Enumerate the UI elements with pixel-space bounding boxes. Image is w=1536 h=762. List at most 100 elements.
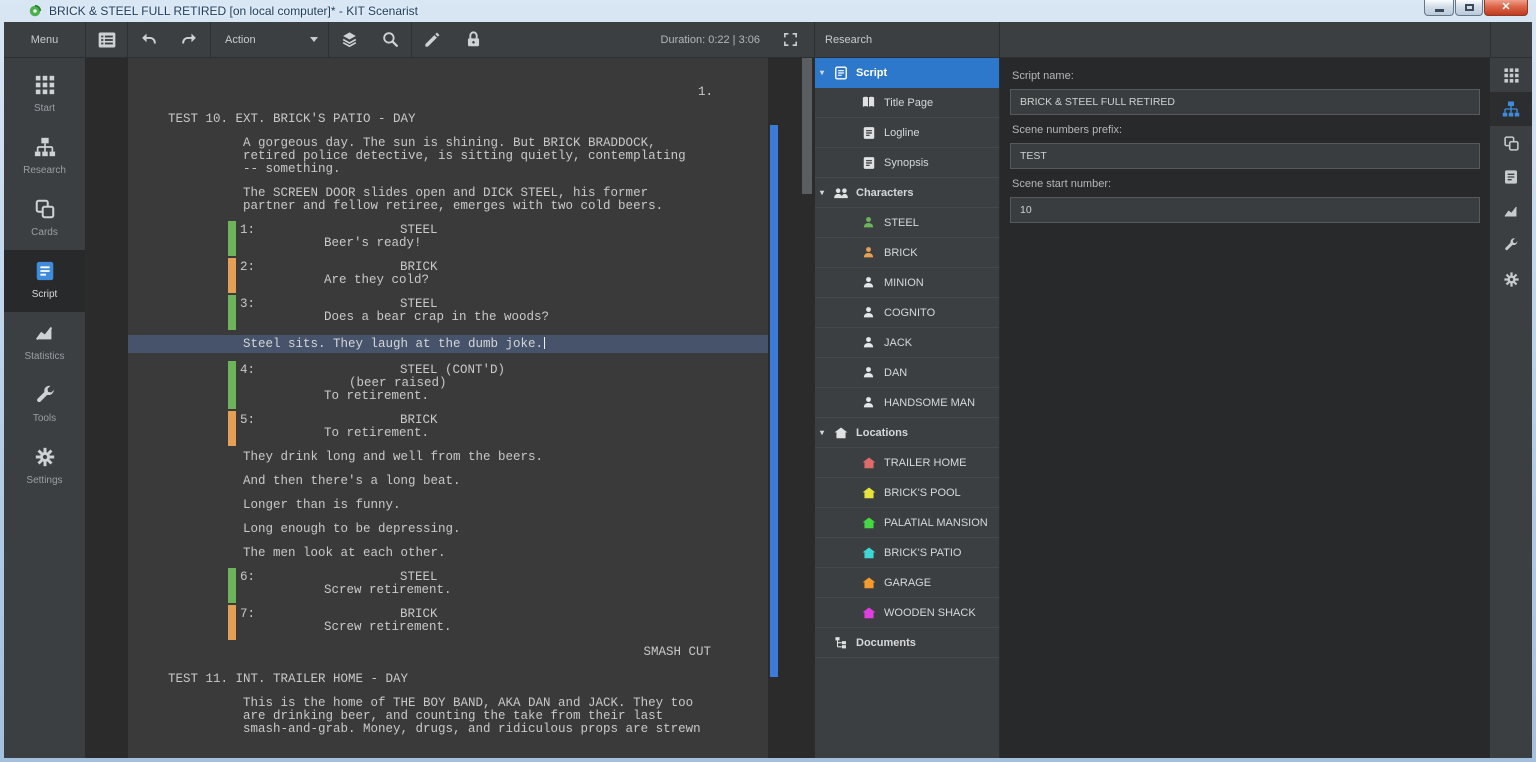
right-strip-item[interactable] <box>1490 126 1532 160</box>
paragraph-type-dropdown[interactable]: Action <box>211 22 328 57</box>
search-button[interactable] <box>370 22 411 57</box>
expander-icon[interactable]: ▾ <box>820 428 833 437</box>
hierarchy-icon <box>1502 100 1520 118</box>
wrench-icon <box>1503 237 1519 253</box>
duration-label: Duration: 0:22 | 3:06 <box>661 22 760 57</box>
tree-item[interactable]: ▾ JACK <box>815 328 999 358</box>
block-lines: They drink long and well from the beers. <box>243 451 768 464</box>
field-input[interactable]: TEST <box>1010 143 1480 169</box>
dialogue-marker <box>228 605 236 640</box>
script-block[interactable]: Longer than is funny. <box>128 499 768 512</box>
tree-item[interactable]: ▾ Documents <box>815 628 999 658</box>
script-block[interactable]: 5: BRICK To retirement. <box>128 414 768 440</box>
script-block[interactable]: A gorgeous day. The sun is shining. But … <box>128 137 768 176</box>
scene-list-button[interactable] <box>86 22 127 57</box>
tree-item-label: WOODEN SHACK <box>884 607 976 619</box>
right-strip-item[interactable] <box>1490 160 1532 194</box>
dialogue-marker <box>228 221 236 256</box>
script-block[interactable]: 4: STEEL (CONT'D) (beer raised) To retir… <box>128 364 768 403</box>
right-strip-item[interactable] <box>1490 262 1532 296</box>
undo-button[interactable] <box>128 22 169 57</box>
tree-item[interactable]: ▾ PALATIAL MANSION <box>815 508 999 538</box>
minimize-button[interactable] <box>1424 0 1454 16</box>
tree-item-icon <box>833 635 848 650</box>
field-input[interactable]: 10 <box>1010 197 1480 223</box>
block-lines: This is the home of THE BOY BAND, AKA DA… <box>243 697 768 736</box>
tree-item[interactable]: ▾ Synopsis <box>815 148 999 178</box>
tree-item[interactable]: ▾ BRICK'S POOL <box>815 478 999 508</box>
script-block[interactable]: The men look at each other. <box>128 547 768 560</box>
maximize-button[interactable] <box>1455 0 1483 16</box>
sidebar-item[interactable]: Tools <box>4 374 85 436</box>
script-block[interactable]: 6: STEEL Screw retirement. <box>128 571 768 597</box>
tree-item[interactable]: ▾ Script <box>815 58 999 88</box>
tree-item[interactable]: ▾ STEEL <box>815 208 999 238</box>
editor-page[interactable]: 1. TEST 10. EXT. BRICK'S PATIO - DAY <box>128 58 768 758</box>
script-block[interactable]: Long enough to be depressing. <box>128 523 768 536</box>
field-input[interactable]: BRICK & STEEL FULL RETIRED <box>1010 89 1480 115</box>
script-block[interactable]: Steel sits. They laugh at the dumb joke. <box>128 335 768 353</box>
right-strip-item[interactable] <box>1490 58 1532 92</box>
field-label: Scene start number: <box>1012 178 1480 190</box>
tree-item[interactable]: ▾ WOODEN SHACK <box>815 598 999 628</box>
sidebar-item[interactable]: Start <box>4 64 85 126</box>
script-block[interactable]: The SCREEN DOOR slides open and DICK STE… <box>128 187 768 213</box>
tree-item[interactable]: ▾ BRICK <box>815 238 999 268</box>
script-block[interactable]: SMASH CUT <box>128 645 768 659</box>
redo-icon <box>180 30 199 49</box>
right-strip-item[interactable] <box>1490 194 1532 228</box>
dialogue-number: 4: <box>240 364 255 377</box>
expander-icon[interactable]: ▾ <box>820 188 833 197</box>
lock-button[interactable] <box>453 22 494 57</box>
expander-icon[interactable]: ▾ <box>820 68 833 77</box>
pencil-icon <box>423 30 442 49</box>
tree-item[interactable]: ▾ HANDSOME MAN <box>815 388 999 418</box>
edit-mode-button[interactable] <box>412 22 453 57</box>
main-content: Start Research <box>4 58 1532 758</box>
script-block[interactable]: 7: BRICK Screw retirement. <box>128 608 768 634</box>
tree-item[interactable]: ▾ TRAILER HOME <box>815 448 999 478</box>
tree-item[interactable]: ▾ GARAGE <box>815 568 999 598</box>
tree-item[interactable]: ▾ DAN <box>815 358 999 388</box>
tree-item[interactable]: ▾ Locations <box>815 418 999 448</box>
script-block[interactable]: They drink long and well from the beers. <box>128 451 768 464</box>
script-block[interactable]: 1: STEEL Beer's ready! <box>128 224 768 250</box>
right-strip-item[interactable] <box>1490 228 1532 262</box>
right-icon-strip <box>1490 58 1532 758</box>
tree-item[interactable]: ▾ BRICK'S PATIO <box>815 538 999 568</box>
home-icon <box>862 606 876 620</box>
block-lines: Screw retirement. <box>324 621 768 634</box>
script-block[interactable]: 3: STEEL Does a bear crap in the woods? <box>128 298 768 324</box>
script-editor[interactable]: 1. TEST 10. EXT. BRICK'S PATIO - DAY <box>85 58 815 758</box>
statistics-icon <box>34 322 56 344</box>
fullscreen-button[interactable] <box>770 22 810 57</box>
sidebar-item[interactable]: Statistics <box>4 312 85 374</box>
script-block[interactable]: TEST 10. EXT. BRICK'S PATIO - DAY <box>128 112 768 126</box>
sidebar-item[interactable]: Research <box>4 126 85 188</box>
sidebar-item[interactable]: Cards <box>4 188 85 250</box>
editor-scrollbar[interactable] <box>802 58 812 194</box>
tree-item[interactable]: ▾ COGNITO <box>815 298 999 328</box>
script-block[interactable]: This is the home of THE BOY BAND, AKA DA… <box>128 697 768 736</box>
close-button[interactable]: ✕ <box>1484 0 1528 16</box>
script-document-icon <box>834 66 848 80</box>
script-block[interactable]: TEST 11. INT. TRAILER HOME - DAY <box>128 672 768 686</box>
script-block[interactable]: 2: BRICK Are they cold? <box>128 261 768 287</box>
layers-button[interactable] <box>329 22 370 57</box>
tree-item[interactable]: ▾ Characters <box>815 178 999 208</box>
tree-item[interactable]: ▾ MINION <box>815 268 999 298</box>
tree-item-icon <box>861 575 876 590</box>
tree-item-icon <box>861 485 876 500</box>
sidebar-item[interactable]: Script <box>4 250 85 312</box>
script-block[interactable]: And then there's a long beat. <box>128 475 768 488</box>
gear-icon <box>1503 271 1520 288</box>
right-strip-item[interactable] <box>1490 92 1532 126</box>
sidebar-item[interactable]: Settings <box>4 436 85 498</box>
sidebar-item-label: Start <box>34 103 55 114</box>
tree-item[interactable]: ▾ Title Page <box>815 88 999 118</box>
menu-button[interactable]: Menu <box>4 22 85 57</box>
tree-item[interactable]: ▾ Logline <box>815 118 999 148</box>
character-name: STEEL <box>400 571 768 584</box>
tree-item-label: BRICK'S PATIO <box>884 547 961 559</box>
redo-button[interactable] <box>169 22 210 57</box>
